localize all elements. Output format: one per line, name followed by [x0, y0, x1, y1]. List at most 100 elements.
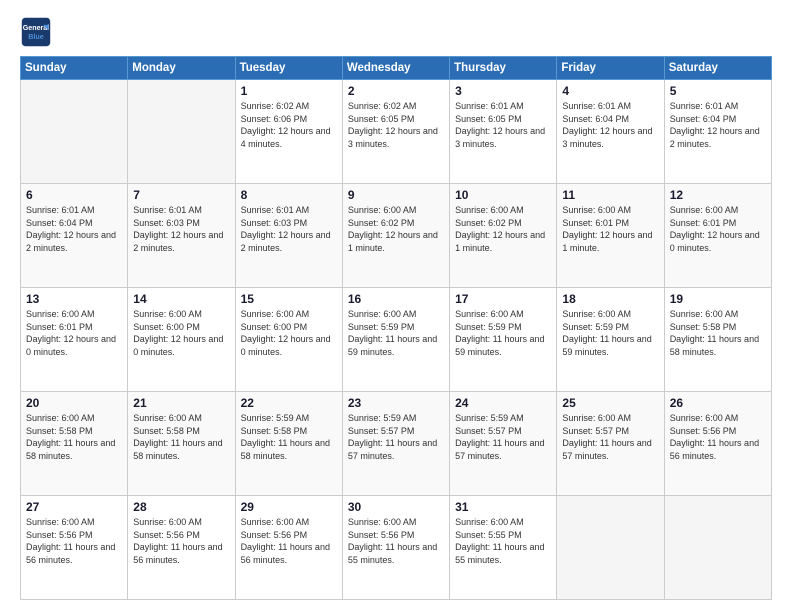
- day-info: Sunrise: 6:02 AM Sunset: 6:05 PM Dayligh…: [348, 100, 444, 150]
- calendar-cell: 23Sunrise: 5:59 AM Sunset: 5:57 PM Dayli…: [342, 392, 449, 496]
- weekday-header-row: SundayMondayTuesdayWednesdayThursdayFrid…: [21, 57, 772, 80]
- day-number: 5: [670, 84, 766, 98]
- day-number: 1: [241, 84, 337, 98]
- day-number: 10: [455, 188, 551, 202]
- calendar-table: SundayMondayTuesdayWednesdayThursdayFrid…: [20, 56, 772, 600]
- calendar-cell: 10 Sunrise: 6:00 AM Sunset: 6:02 PM Dayli…: [450, 184, 557, 288]
- day-number: 3: [455, 84, 551, 98]
- week-row-1: 1 Sunrise: 6:02 AM Sunset: 6:06 PM Daylig…: [21, 80, 772, 184]
- day-number: 25: [562, 396, 658, 410]
- weekday-header-monday: Monday: [128, 57, 235, 80]
- day-number: 31: [455, 500, 551, 514]
- day-info: Sunrise: 6:01 AM Sunset: 6:04 PM Dayligh…: [670, 100, 766, 150]
- day-number: 12: [670, 188, 766, 202]
- day-info: Sunrise: 6:00 AM Sunset: 6:01 PM Dayligh…: [670, 204, 766, 254]
- day-number: 21: [133, 396, 229, 410]
- page: General Blue SundayMondayTuesdayWednesda…: [0, 0, 792, 612]
- day-number: 2: [348, 84, 444, 98]
- calendar-cell: 3 Sunrise: 6:01 AM Sunset: 6:05 PM Daylig…: [450, 80, 557, 184]
- calendar-cell: 5 Sunrise: 6:01 AM Sunset: 6:04 PM Daylig…: [664, 80, 771, 184]
- day-info: Sunrise: 6:00 AM Sunset: 5:56 PM Dayligh…: [348, 516, 444, 566]
- calendar-cell: 18 Sunrise: 6:00 AM Sunset: 5:59 PM Dayli…: [557, 288, 664, 392]
- calendar-cell: 7 Sunrise: 6:01 AM Sunset: 6:03 PM Daylig…: [128, 184, 235, 288]
- calendar-cell: 20 Sunrise: 6:00 AM Sunset: 5:58 PM Dayli…: [21, 392, 128, 496]
- day-info: Sunrise: 6:00 AM Sunset: 6:00 PM Dayligh…: [133, 308, 229, 358]
- day-info: Sunrise: 6:00 AM Sunset: 6:02 PM Dayligh…: [455, 204, 551, 254]
- day-info: Sunrise: 6:00 AM Sunset: 5:59 PM Dayligh…: [348, 308, 444, 358]
- calendar-cell: [21, 80, 128, 184]
- day-info: Sunrise: 6:01 AM Sunset: 6:05 PM Dayligh…: [455, 100, 551, 150]
- day-info: Sunrise: 6:00 AM Sunset: 5:56 PM Dayligh…: [133, 516, 229, 566]
- day-info: Sunrise: 5:59 AM Sunset: 5:57 PM Dayligh…: [455, 412, 551, 462]
- day-info: Sunrise: 5:59 AM Sunset: 5:57 PM Dayligh…: [348, 412, 444, 462]
- calendar-cell: [128, 80, 235, 184]
- calendar-cell: 29 Sunrise: 6:00 AM Sunset: 5:56 PM Dayli…: [235, 496, 342, 600]
- week-row-5: 27 Sunrise: 6:00 AM Sunset: 5:56 PM Dayli…: [21, 496, 772, 600]
- day-number: 22: [241, 396, 337, 410]
- day-number: 17: [455, 292, 551, 306]
- weekday-header-wednesday: Wednesday: [342, 57, 449, 80]
- calendar-cell: 30Sunrise: 6:00 AM Sunset: 5:56 PM Dayli…: [342, 496, 449, 600]
- day-info: Sunrise: 6:00 AM Sunset: 5:58 PM Dayligh…: [133, 412, 229, 462]
- day-number: 18: [562, 292, 658, 306]
- day-number: 20: [26, 396, 122, 410]
- day-info: Sunrise: 6:02 AM Sunset: 6:06 PM Dayligh…: [241, 100, 337, 150]
- day-info: Sunrise: 6:00 AM Sunset: 5:56 PM Dayligh…: [670, 412, 766, 462]
- calendar-cell: 9 Sunrise: 6:00 AM Sunset: 6:02 PM Daylig…: [342, 184, 449, 288]
- calendar-cell: 28 Sunrise: 6:00 AM Sunset: 5:56 PM Dayli…: [128, 496, 235, 600]
- day-info: Sunrise: 6:00 AM Sunset: 5:56 PM Dayligh…: [241, 516, 337, 566]
- calendar-cell: 1 Sunrise: 6:02 AM Sunset: 6:06 PM Daylig…: [235, 80, 342, 184]
- day-number: 13: [26, 292, 122, 306]
- calendar-cell: 4 Sunrise: 6:01 AM Sunset: 6:04 PM Daylig…: [557, 80, 664, 184]
- weekday-header-friday: Friday: [557, 57, 664, 80]
- day-number: 16: [348, 292, 444, 306]
- calendar-cell: 31Sunrise: 6:00 AM Sunset: 5:55 PM Dayli…: [450, 496, 557, 600]
- calendar-cell: 26 Sunrise: 6:00 AM Sunset: 5:56 PM Dayli…: [664, 392, 771, 496]
- calendar-cell: 15Sunrise: 6:00 AM Sunset: 6:00 PM Dayli…: [235, 288, 342, 392]
- day-info: Sunrise: 6:00 AM Sunset: 5:59 PM Dayligh…: [455, 308, 551, 358]
- day-info: Sunrise: 6:00 AM Sunset: 5:58 PM Dayligh…: [26, 412, 122, 462]
- calendar-cell: 14 Sunrise: 6:00 AM Sunset: 6:00 PM Dayli…: [128, 288, 235, 392]
- day-info: Sunrise: 6:00 AM Sunset: 5:57 PM Dayligh…: [562, 412, 658, 462]
- day-info: Sunrise: 6:00 AM Sunset: 5:59 PM Dayligh…: [562, 308, 658, 358]
- day-number: 11: [562, 188, 658, 202]
- day-number: 8: [241, 188, 337, 202]
- calendar-cell: 2 Sunrise: 6:02 AM Sunset: 6:05 PM Daylig…: [342, 80, 449, 184]
- weekday-header-tuesday: Tuesday: [235, 57, 342, 80]
- day-info: Sunrise: 6:00 AM Sunset: 6:01 PM Dayligh…: [26, 308, 122, 358]
- day-number: 9: [348, 188, 444, 202]
- day-number: 27: [26, 500, 122, 514]
- day-number: 28: [133, 500, 229, 514]
- week-row-2: 6 Sunrise: 6:01 AM Sunset: 6:04 PM Daylig…: [21, 184, 772, 288]
- day-info: Sunrise: 5:59 AM Sunset: 5:58 PM Dayligh…: [241, 412, 337, 462]
- day-number: 29: [241, 500, 337, 514]
- logo-icon: General Blue: [20, 16, 52, 48]
- calendar-cell: 24Sunrise: 5:59 AM Sunset: 5:57 PM Dayli…: [450, 392, 557, 496]
- day-info: Sunrise: 6:00 AM Sunset: 5:58 PM Dayligh…: [670, 308, 766, 358]
- calendar-cell: 8 Sunrise: 6:01 AM Sunset: 6:03 PM Daylig…: [235, 184, 342, 288]
- day-info: Sunrise: 6:00 AM Sunset: 6:00 PM Dayligh…: [241, 308, 337, 358]
- calendar-cell: [664, 496, 771, 600]
- day-info: Sunrise: 6:01 AM Sunset: 6:03 PM Dayligh…: [133, 204, 229, 254]
- calendar-cell: 6 Sunrise: 6:01 AM Sunset: 6:04 PM Daylig…: [21, 184, 128, 288]
- day-info: Sunrise: 6:00 AM Sunset: 6:01 PM Dayligh…: [562, 204, 658, 254]
- day-number: 14: [133, 292, 229, 306]
- calendar-cell: 21 Sunrise: 6:00 AM Sunset: 5:58 PM Dayli…: [128, 392, 235, 496]
- day-number: 6: [26, 188, 122, 202]
- calendar-cell: 16 Sunrise: 6:00 AM Sunset: 5:59 PM Dayli…: [342, 288, 449, 392]
- calendar-cell: 11 Sunrise: 6:00 AM Sunset: 6:01 PM Dayli…: [557, 184, 664, 288]
- day-number: 7: [133, 188, 229, 202]
- day-number: 4: [562, 84, 658, 98]
- weekday-header-saturday: Saturday: [664, 57, 771, 80]
- day-info: Sunrise: 6:00 AM Sunset: 6:02 PM Dayligh…: [348, 204, 444, 254]
- calendar-cell: 13 Sunrise: 6:00 AM Sunset: 6:01 PM Dayli…: [21, 288, 128, 392]
- week-row-3: 13 Sunrise: 6:00 AM Sunset: 6:01 PM Dayli…: [21, 288, 772, 392]
- day-number: 26: [670, 396, 766, 410]
- svg-text:Blue: Blue: [28, 33, 43, 41]
- day-info: Sunrise: 6:01 AM Sunset: 6:04 PM Dayligh…: [26, 204, 122, 254]
- day-info: Sunrise: 6:01 AM Sunset: 6:04 PM Dayligh…: [562, 100, 658, 150]
- header: General Blue: [20, 16, 772, 48]
- day-info: Sunrise: 6:01 AM Sunset: 6:03 PM Dayligh…: [241, 204, 337, 254]
- calendar-cell: 22 Sunrise: 5:59 AM Sunset: 5:58 PM Dayli…: [235, 392, 342, 496]
- weekday-header-thursday: Thursday: [450, 57, 557, 80]
